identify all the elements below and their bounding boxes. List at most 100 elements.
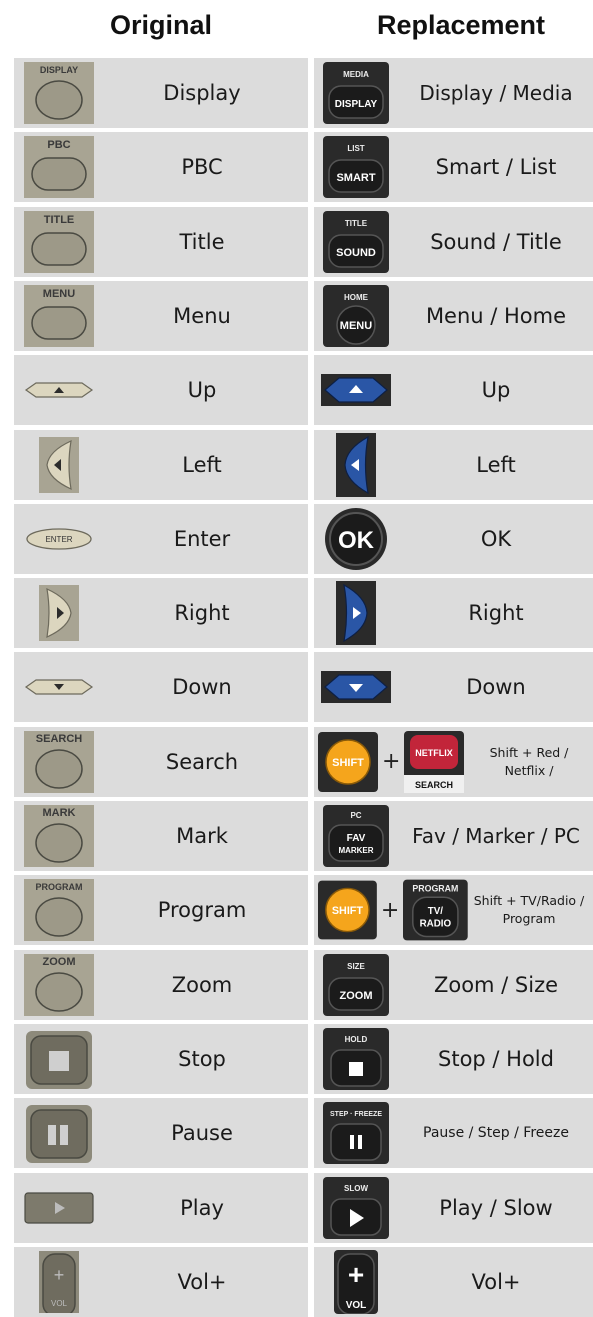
original-cell: Pause: [14, 1098, 308, 1169]
table-row: Down Down: [14, 652, 593, 723]
table-row: ZOOM Zoom SIZE ZOOM Zoom / Size: [14, 949, 593, 1020]
ok-button-icon: OK: [314, 504, 398, 574]
svg-text:SEARCH: SEARCH: [415, 780, 453, 790]
replacement-button-label: Display / Media: [419, 81, 573, 105]
original-cell: DISPLAY Display: [14, 58, 308, 128]
replacement-cell: SIZE ZOOM Zoom / Size: [314, 949, 593, 1020]
svg-text:OK: OK: [338, 527, 375, 554]
svg-text:PC: PC: [350, 811, 361, 820]
replacement-button-label: Menu / Home: [425, 303, 567, 328]
original-cell: Stop: [14, 1023, 308, 1094]
replacement-button-label: Pause / Step / Freeze: [423, 1125, 569, 1142]
table-row: Left Left: [14, 429, 593, 500]
original-cell: PBC PBC: [14, 132, 308, 203]
table-row: PROGRAM Program SHIFT + PROGRAM TV/ RADIO…: [14, 875, 593, 946]
replacement-button-label: Shift + Red / Netflix /: [489, 744, 569, 778]
svg-text:SIZE: SIZE: [347, 962, 365, 971]
table-row: PBC PBC LIST SMART Smart / List: [14, 132, 593, 203]
replacement-button-label: Fav / Marker / PC: [412, 824, 580, 848]
plus-sign: +: [380, 897, 400, 923]
original-button-label: Menu: [173, 303, 231, 328]
original-cell: Right: [14, 578, 308, 649]
table-row: Stop HOLD Stop / Hold: [14, 1023, 593, 1094]
up-arrow-icon: [14, 355, 104, 425]
right-arrow-icon: [14, 578, 104, 648]
original-button-label: Down: [172, 675, 232, 700]
original-button-label: Program: [157, 898, 247, 923]
svg-text:ZOOM: ZOOM: [43, 956, 76, 968]
original-button-label: Search: [165, 749, 239, 774]
table-row: DISPLAY Display MEDIA DISPLAY Display / M…: [14, 58, 593, 128]
original-cell: Up: [14, 355, 308, 426]
left-arrow-icon: [14, 430, 104, 500]
svg-text:MARKER: MARKER: [338, 846, 373, 855]
svg-text:MENU: MENU: [340, 320, 372, 332]
original-cell: TITLE Title: [14, 206, 308, 277]
replacement-cell: TITLE SOUND Sound / Title: [314, 206, 593, 277]
replacement-button-label: Sound / Title: [430, 229, 562, 254]
replacement-button-label: Smart / List: [435, 155, 557, 180]
original-button-label: Enter: [173, 526, 231, 551]
zoom-button-icon: ZOOM: [14, 950, 104, 1020]
replacement-cell: HOLD Stop / Hold: [314, 1023, 593, 1094]
stop-button-icon: [14, 1024, 104, 1094]
svg-text:+: +: [348, 1259, 364, 1290]
replacement-cell: Left: [314, 429, 593, 500]
svg-text:VOL: VOL: [51, 1299, 68, 1308]
svg-text:SEARCH: SEARCH: [36, 733, 83, 745]
svg-text:SOUND: SOUND: [336, 247, 376, 259]
original-cell: SEARCH Search: [14, 726, 308, 797]
display-button-icon: DISPLAY: [14, 58, 104, 128]
replacement-button-label: Shift + TV/Radio / Program: [473, 893, 585, 927]
replacement-button-label: Down: [466, 675, 526, 700]
display-media-button-icon: MEDIA DISPLAY: [314, 58, 398, 128]
original-button-label: Pause: [171, 1121, 233, 1146]
svg-text:DISPLAY: DISPLAY: [40, 65, 78, 75]
replacement-button-label: Zoom / Size: [433, 972, 559, 997]
replacement-cell: MEDIA DISPLAY Display / Media: [314, 58, 593, 128]
svg-text:MARK: MARK: [43, 807, 76, 819]
original-button-label: Title: [179, 229, 225, 254]
replacement-cell: PC FAV MARKER Fav / Marker / PC: [314, 801, 593, 871]
original-cell: Down: [14, 652, 308, 723]
svg-text:SLOW: SLOW: [344, 1184, 368, 1193]
table-row: Right Right: [14, 578, 593, 649]
table-row: SEARCH Search SHIFT + NETFLIX SEARCH Shift…: [14, 726, 593, 797]
original-button-label: Mark: [176, 824, 228, 848]
down-arrow-blue-icon: [314, 652, 398, 722]
original-cell: + VOL Vol+: [14, 1246, 308, 1317]
svg-text:DISPLAY: DISPLAY: [335, 99, 378, 110]
header-original: Original: [109, 9, 212, 40]
program-button-icon: PROGRAM: [14, 875, 104, 945]
up-arrow-blue-icon: [314, 355, 398, 425]
replacement-cell: SHIFT + PROGRAM TV/ RADIO Shift + TV/Radio…: [314, 875, 593, 946]
svg-text:PROGRAM: PROGRAM: [36, 882, 83, 892]
mark-button-icon: MARK: [14, 801, 104, 871]
replacement-button-label: Vol+: [471, 1269, 521, 1294]
smart-list-button-icon: LIST SMART: [314, 132, 398, 202]
play-slow-button-icon: SLOW: [314, 1173, 398, 1243]
original-cell: MENU Menu: [14, 280, 308, 351]
search-button-icon: SEARCH: [14, 727, 104, 797]
replacement-cell: LIST SMART Smart / List: [314, 132, 593, 203]
right-arrow-blue-icon: [314, 578, 398, 648]
table-row: MENU Menu HOME MENU Menu / Home: [14, 280, 593, 351]
replacement-cell: Down: [314, 652, 593, 723]
replacement-cell: SLOW Play / Slow: [314, 1172, 593, 1243]
shift-netflix-combo-icon: SHIFT + NETFLIX SEARCH: [314, 727, 468, 797]
table-row: Play SLOW Play / Slow: [14, 1172, 593, 1243]
svg-text:RADIO: RADIO: [420, 919, 452, 930]
svg-text:ENTER: ENTER: [45, 535, 72, 544]
svg-text:HOME: HOME: [344, 293, 369, 302]
svg-text:SMART: SMART: [336, 172, 375, 184]
svg-text:PBC: PBC: [47, 139, 70, 151]
original-cell: MARK Mark: [14, 801, 308, 871]
svg-text:+: +: [54, 1265, 65, 1285]
svg-text:SHIFT: SHIFT: [332, 905, 364, 917]
original-button-label: Left: [182, 452, 222, 477]
pbc-button-icon: PBC: [14, 132, 104, 202]
original-cell: PROGRAM Program: [14, 875, 308, 946]
original-cell: Play: [14, 1172, 308, 1243]
original-button-label: Stop: [178, 1046, 226, 1071]
svg-text:MENU: MENU: [43, 288, 75, 300]
